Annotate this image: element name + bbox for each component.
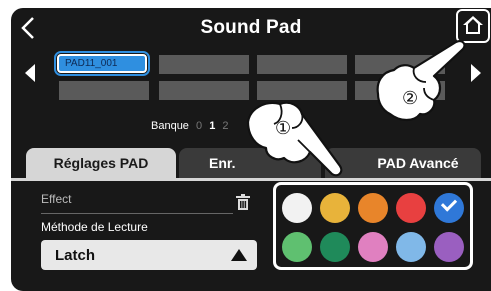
color-swatch[interactable] (396, 193, 426, 223)
color-swatch[interactable] (282, 193, 312, 223)
pad[interactable] (59, 81, 149, 100)
bank-number-2[interactable]: 2 (222, 120, 228, 132)
pointing-hand-icon: ② (376, 40, 466, 122)
color-swatch[interactable] (358, 232, 388, 262)
triangle-up-icon (231, 249, 247, 261)
bank-number-1[interactable]: 1 (209, 120, 215, 132)
playback-method-value: Latch (55, 247, 96, 264)
bank-label: Banque (151, 120, 189, 132)
playback-method-select[interactable]: Latch (41, 240, 257, 270)
effect-underline (41, 213, 233, 214)
pad[interactable] (257, 55, 347, 74)
color-swatch[interactable] (358, 193, 388, 223)
trash-icon[interactable] (236, 194, 250, 210)
callout-2: ② (402, 88, 418, 109)
color-palette (273, 182, 473, 270)
tab-pad-settings[interactable]: Réglages PAD (26, 148, 176, 178)
color-swatch-selected[interactable] (434, 193, 464, 223)
color-swatch[interactable] (396, 232, 426, 262)
effect-label[interactable]: Effect (41, 192, 71, 206)
callout-1: ① (275, 118, 291, 139)
pad-selected[interactable]: PAD11_001 (54, 51, 150, 76)
color-swatch[interactable] (320, 232, 350, 262)
bank-number-0[interactable]: 0 (196, 120, 202, 132)
bank-selector: Banque 0 1 2 (151, 120, 233, 132)
prev-page-icon[interactable] (25, 64, 35, 82)
page-title: Sound Pad (200, 17, 302, 38)
color-swatch[interactable] (320, 193, 350, 223)
next-page-icon[interactable] (471, 64, 481, 82)
home-icon (463, 16, 483, 34)
color-swatch[interactable] (434, 232, 464, 262)
pad[interactable] (159, 81, 249, 100)
pad[interactable] (159, 55, 249, 74)
playback-method-label: Méthode de Lecture (41, 220, 148, 234)
pointing-hand-icon: ① (246, 101, 343, 177)
color-swatch[interactable] (282, 232, 312, 262)
